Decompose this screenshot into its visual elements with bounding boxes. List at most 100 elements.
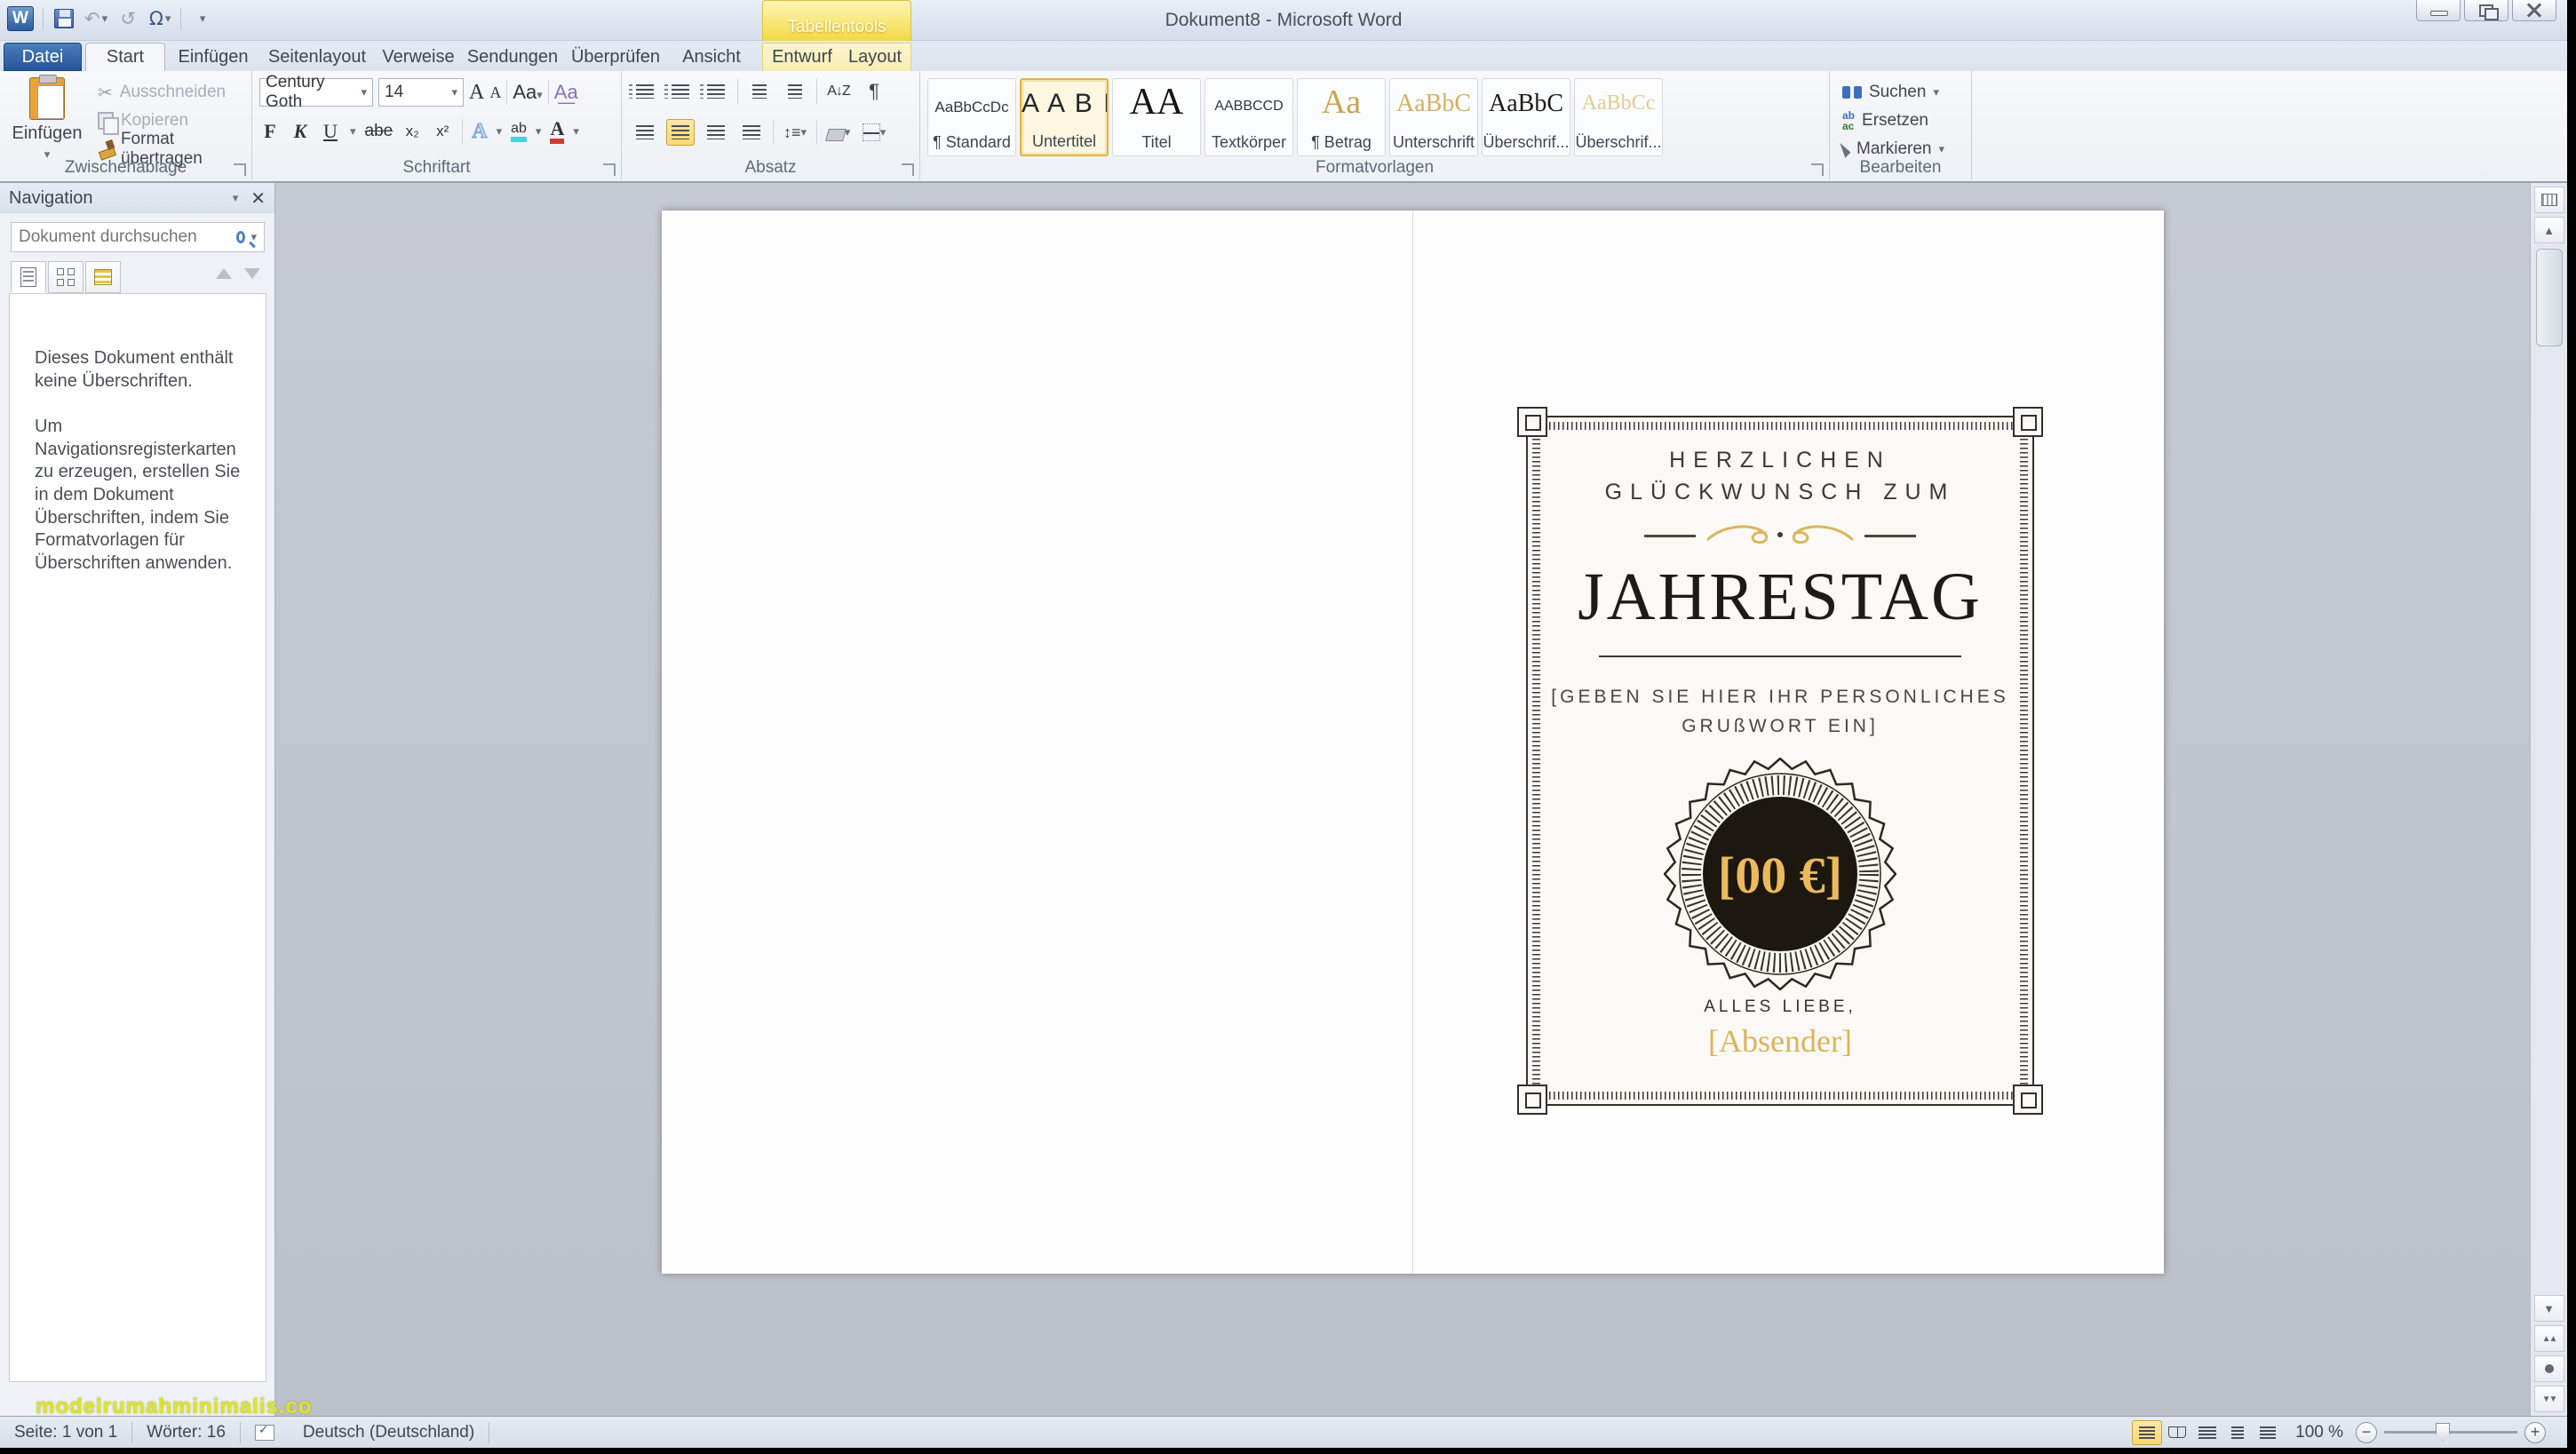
tab-start[interactable]: Start <box>85 43 165 71</box>
style-untertitel[interactable]: A A B I Untertitel <box>1020 78 1109 156</box>
chevron-down-icon[interactable]: ▾ <box>573 124 579 139</box>
web-layout-view-button[interactable] <box>2192 1420 2222 1445</box>
grow-font-button[interactable]: A <box>469 81 484 105</box>
style-textkoerper[interactable]: AABBCCD Textkörper <box>1205 78 1293 156</box>
chevron-down-icon[interactable]: ▾ <box>350 124 356 139</box>
dialog-launcher-icon[interactable] <box>234 163 246 176</box>
tab-einfuegen[interactable]: Einfügen <box>169 43 258 71</box>
draft-view-button[interactable] <box>2253 1420 2283 1445</box>
style-unterschrift[interactable]: AaBbC Unterschrift <box>1389 78 1478 156</box>
proofing-status[interactable] <box>241 1417 289 1448</box>
chevron-down-icon[interactable]: ▾ <box>536 124 542 139</box>
align-center-button[interactable] <box>666 119 695 146</box>
bold-button[interactable]: F <box>259 120 281 143</box>
greeting-placeholder[interactable]: [GEBEN SIE HIER IHR PERSONLICHES GRUßWOR… <box>1528 682 2032 742</box>
zoom-in-button[interactable]: + <box>2524 1422 2546 1443</box>
zoom-out-button[interactable]: − <box>2356 1422 2377 1443</box>
next-heading-button[interactable] <box>244 268 260 279</box>
sender-placeholder[interactable]: [Absender] <box>1528 1022 2032 1060</box>
zoom-slider-handle[interactable] <box>2436 1423 2450 1441</box>
shrink-font-button[interactable]: A <box>489 83 501 102</box>
dialog-launcher-icon[interactable] <box>902 163 914 176</box>
tab-entwurf[interactable]: Entwurf <box>766 43 839 71</box>
style-titel[interactable]: AA Titel <box>1112 78 1201 156</box>
language-indicator[interactable]: Deutsch (Deutschland) <box>289 1417 489 1448</box>
font-color-button[interactable]: A <box>550 119 564 144</box>
tab-layout[interactable]: Layout <box>840 43 910 71</box>
bullet-list-button[interactable] <box>631 78 659 105</box>
style-ueberschrift2[interactable]: AaBbCc Überschrif... <box>1574 78 1663 156</box>
clear-formatting-button[interactable]: A͟a <box>554 81 578 104</box>
font-size-combo[interactable]: 14▾ <box>378 78 464 107</box>
search-icon[interactable] <box>236 231 245 243</box>
browse-pages-tab[interactable] <box>48 261 83 293</box>
page-indicator[interactable]: Seite: 1 von 1 <box>0 1417 131 1448</box>
tab-sendungen[interactable]: Sendungen <box>464 43 561 71</box>
tab-verweise[interactable]: Verweise <box>377 43 460 71</box>
tab-seitenlayout[interactable]: Seitenlayout <box>261 43 373 71</box>
text-effects-button[interactable]: A <box>472 120 487 144</box>
scroll-down-button[interactable]: ▼ <box>2534 1295 2564 1322</box>
dialog-launcher-icon[interactable] <box>1811 163 1824 176</box>
change-case-button[interactable]: Aa▾ <box>513 81 542 104</box>
style-standard[interactable]: AaBbCcDc ¶ Standard <box>927 78 1016 156</box>
highlight-button[interactable]: ab <box>511 122 527 142</box>
sort-button[interactable]: A↓Z <box>824 78 853 105</box>
style-ueberschrift1[interactable]: AaBbC Überschrif... <box>1482 78 1570 156</box>
vertical-scrollbar[interactable]: ▲ ▼ ▲▲ ▼▼ <box>2530 183 2567 1416</box>
scroll-up-button[interactable]: ▲ <box>2534 217 2564 243</box>
navigation-close-button[interactable]: ✕ <box>250 187 266 210</box>
increase-indent-button[interactable] <box>781 78 809 105</box>
ruler-toggle-button[interactable] <box>2534 187 2564 213</box>
word-count[interactable]: Wörter: 16 <box>132 1417 240 1448</box>
browse-headings-tab[interactable] <box>11 261 46 293</box>
italic-button[interactable]: K <box>290 120 311 143</box>
amount-placeholder[interactable]: [00 €] <box>1718 846 1842 904</box>
tab-ueberpruefen[interactable]: Überprüfen <box>565 43 666 71</box>
font-name-combo[interactable]: Century Goth▾ <box>259 78 373 107</box>
shading-button[interactable]: ▾ <box>824 119 853 146</box>
style-betrag[interactable]: Aa ¶ Betrag <box>1297 78 1386 156</box>
superscript-button[interactable]: x² <box>432 123 453 140</box>
decrease-indent-button[interactable] <box>745 78 774 105</box>
select-browse-object-button[interactable] <box>2534 1355 2564 1382</box>
tab-ansicht[interactable]: Ansicht <box>670 43 753 71</box>
navigation-search-box[interactable]: ▾ <box>11 222 265 252</box>
borders-button[interactable]: ▾ <box>860 119 888 146</box>
justify-button[interactable] <box>737 119 766 146</box>
numbered-list-button[interactable] <box>666 78 695 105</box>
outline-view-button[interactable] <box>2222 1420 2253 1445</box>
close-button[interactable] <box>2512 0 2556 21</box>
minimize-button[interactable] <box>2416 0 2461 21</box>
previous-page-button[interactable]: ▲▲ <box>2534 1325 2564 1352</box>
replace-button[interactable]: abacErsetzen <box>1837 107 1950 135</box>
previous-heading-button[interactable] <box>216 268 232 279</box>
print-layout-view-button[interactable] <box>2132 1420 2162 1445</box>
multilevel-list-button[interactable] <box>702 78 730 105</box>
show-paragraph-marks-button[interactable]: ¶ <box>860 78 888 105</box>
cut-button[interactable]: ✂Ausschneiden <box>92 78 251 107</box>
fullscreen-reading-view-button[interactable] <box>2162 1420 2192 1445</box>
chevron-down-icon[interactable]: ▾ <box>497 124 503 139</box>
zoom-level[interactable]: 100 % <box>2283 1423 2356 1442</box>
chevron-down-icon[interactable]: ▾ <box>233 191 239 205</box>
next-page-button[interactable]: ▼▼ <box>2534 1386 2564 1412</box>
line-spacing-button[interactable]: ↕≡▾ <box>781 119 809 146</box>
browse-results-tab[interactable] <box>85 261 121 293</box>
scrollbar-thumb[interactable] <box>2536 249 2563 346</box>
tab-datei[interactable]: Datei <box>4 43 82 71</box>
find-button[interactable]: Suchen▾ <box>1837 78 1950 107</box>
align-left-button[interactable] <box>631 119 659 146</box>
subscript-button[interactable]: x₂ <box>402 123 423 140</box>
zoom-slider[interactable] <box>2384 1431 2517 1434</box>
search-input[interactable] <box>19 227 236 247</box>
document-area[interactable]: HERZLICHEN GLÜCKWUNSCH ZUM JAHRESTAG <box>275 183 2530 1416</box>
paste-button[interactable]: Einfügen ▾ <box>9 76 85 162</box>
underline-button[interactable]: U <box>320 120 341 143</box>
document-page[interactable]: HERZLICHEN GLÜCKWUNSCH ZUM JAHRESTAG <box>662 211 2164 1274</box>
align-right-button[interactable] <box>702 119 730 146</box>
restore-button[interactable] <box>2464 0 2508 21</box>
dialog-launcher-icon[interactable] <box>603 163 616 176</box>
certificate[interactable]: HERZLICHEN GLÜCKWUNSCH ZUM JAHRESTAG <box>1526 416 2034 1106</box>
strikethrough-button[interactable]: abe <box>365 122 394 141</box>
